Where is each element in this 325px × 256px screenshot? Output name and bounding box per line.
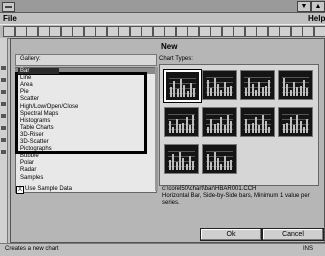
status-text: Creates a new chart <box>5 246 59 252</box>
toolbar-button[interactable] <box>302 26 314 37</box>
toolbar-button[interactable] <box>61 26 73 37</box>
toolbar-button[interactable] <box>222 26 234 37</box>
chart-thumbnail[interactable] <box>202 144 237 174</box>
gallery-item-high-low-open-close[interactable]: High/Low/Open/Close <box>20 104 78 110</box>
minimize-button[interactable]: ▼ <box>297 1 311 12</box>
new-chart-dialog: New Gallery: Chart Types: X Use Sample D… <box>10 38 325 243</box>
toolbar <box>0 24 325 39</box>
menu-file[interactable]: File <box>3 14 17 23</box>
gallery-label: Gallery: <box>20 56 41 62</box>
gallery-item-samples[interactable]: Samples <box>20 175 43 181</box>
chart-type-thumbnails <box>159 64 319 186</box>
chart-thumbnail[interactable] <box>164 144 199 174</box>
toolbar-button[interactable] <box>49 26 61 37</box>
gallery-item-pie[interactable]: Pie <box>20 89 29 95</box>
chart-thumbnail[interactable] <box>240 70 275 100</box>
chart-thumbnail[interactable] <box>202 70 237 100</box>
gallery-header: Gallery: <box>15 54 157 66</box>
cancel-button[interactable]: Cancel <box>262 228 324 241</box>
left-ruler <box>0 38 8 243</box>
chart-thumbnail[interactable] <box>278 70 313 100</box>
toolbar-button[interactable] <box>15 26 27 37</box>
chart-thumbnail[interactable] <box>164 107 199 137</box>
status-bar: Creates a new chart INS <box>0 243 325 256</box>
chart-thumbnail[interactable] <box>240 107 275 137</box>
gallery-item-pictographs[interactable]: Pictographs <box>20 146 52 152</box>
toolbar-button[interactable] <box>187 26 199 37</box>
toolbar-button[interactable] <box>107 26 119 37</box>
toolbar-button[interactable] <box>164 26 176 37</box>
toolbar-button[interactable] <box>176 26 188 37</box>
chart-description: Horizontal Bar, Side-by-Side bars, Minim… <box>162 193 317 207</box>
chart-file-path: c:\corel50\chart\bar\HBAR001.CCH <box>162 186 317 192</box>
gallery-item-histograms[interactable]: Histograms <box>20 118 50 124</box>
gallery-item-bar[interactable]: Bar <box>18 68 59 74</box>
gallery-item-table-charts[interactable]: Table Charts <box>20 125 54 131</box>
toolbar-button[interactable] <box>153 26 165 37</box>
menu-bar: File Help <box>0 13 325 24</box>
gallery-scrollbar[interactable] <box>155 67 158 191</box>
toolbar-button[interactable] <box>279 26 291 37</box>
gallery-item-bubble[interactable]: Bubble <box>20 153 39 159</box>
toolbar-button[interactable] <box>291 26 303 37</box>
chart-thumbnail[interactable] <box>278 107 313 137</box>
gallery-item-spectral-maps[interactable]: Spectral Maps <box>20 111 58 117</box>
ok-button[interactable]: Ok <box>200 228 262 241</box>
toolbar-button[interactable] <box>38 26 50 37</box>
toolbar-button[interactable] <box>72 26 84 37</box>
toolbar-button[interactable] <box>84 26 96 37</box>
use-sample-data-label: Use Sample Data <box>25 186 72 192</box>
toolbar-button[interactable] <box>210 26 222 37</box>
gallery-item-3d-riser[interactable]: 3D-Riser <box>20 132 44 138</box>
dialog-title: New <box>161 42 177 51</box>
toolbar-button[interactable] <box>141 26 153 37</box>
toolbar-button[interactable] <box>245 26 257 37</box>
gallery-item-polar[interactable]: Polar <box>20 160 34 166</box>
toolbar-button[interactable] <box>233 26 245 37</box>
toolbar-button[interactable] <box>130 26 142 37</box>
system-menu-icon[interactable] <box>2 2 15 12</box>
menu-help[interactable]: Help <box>308 14 325 23</box>
gallery-item-area[interactable]: Area <box>20 82 33 88</box>
toolbar-button[interactable] <box>268 26 280 37</box>
toolbar-button[interactable] <box>118 26 130 37</box>
chart-thumbnail[interactable] <box>164 70 201 102</box>
gallery-item-scatter[interactable]: Scatter <box>20 96 39 102</box>
toolbar-button[interactable] <box>199 26 211 37</box>
status-indicator: INS <box>303 246 313 252</box>
toolbar-button[interactable] <box>314 26 325 37</box>
maximize-button[interactable]: ▲ <box>311 1 325 12</box>
gallery-item-radar[interactable]: Radar <box>20 167 36 173</box>
use-sample-data-checkbox[interactable]: X <box>16 186 24 194</box>
toolbar-button[interactable] <box>95 26 107 37</box>
chart-types-label: Chart Types: <box>159 56 193 62</box>
toolbar-button[interactable] <box>26 26 38 37</box>
toolbar-button[interactable] <box>3 26 15 37</box>
title-bar: ▼ ▲ <box>0 0 325 13</box>
toolbar-button[interactable] <box>256 26 268 37</box>
gallery-item-line[interactable]: Line <box>20 75 31 81</box>
gallery-item-3d-scatter[interactable]: 3D-Scatter <box>20 139 49 145</box>
chart-thumbnail[interactable] <box>202 107 237 137</box>
